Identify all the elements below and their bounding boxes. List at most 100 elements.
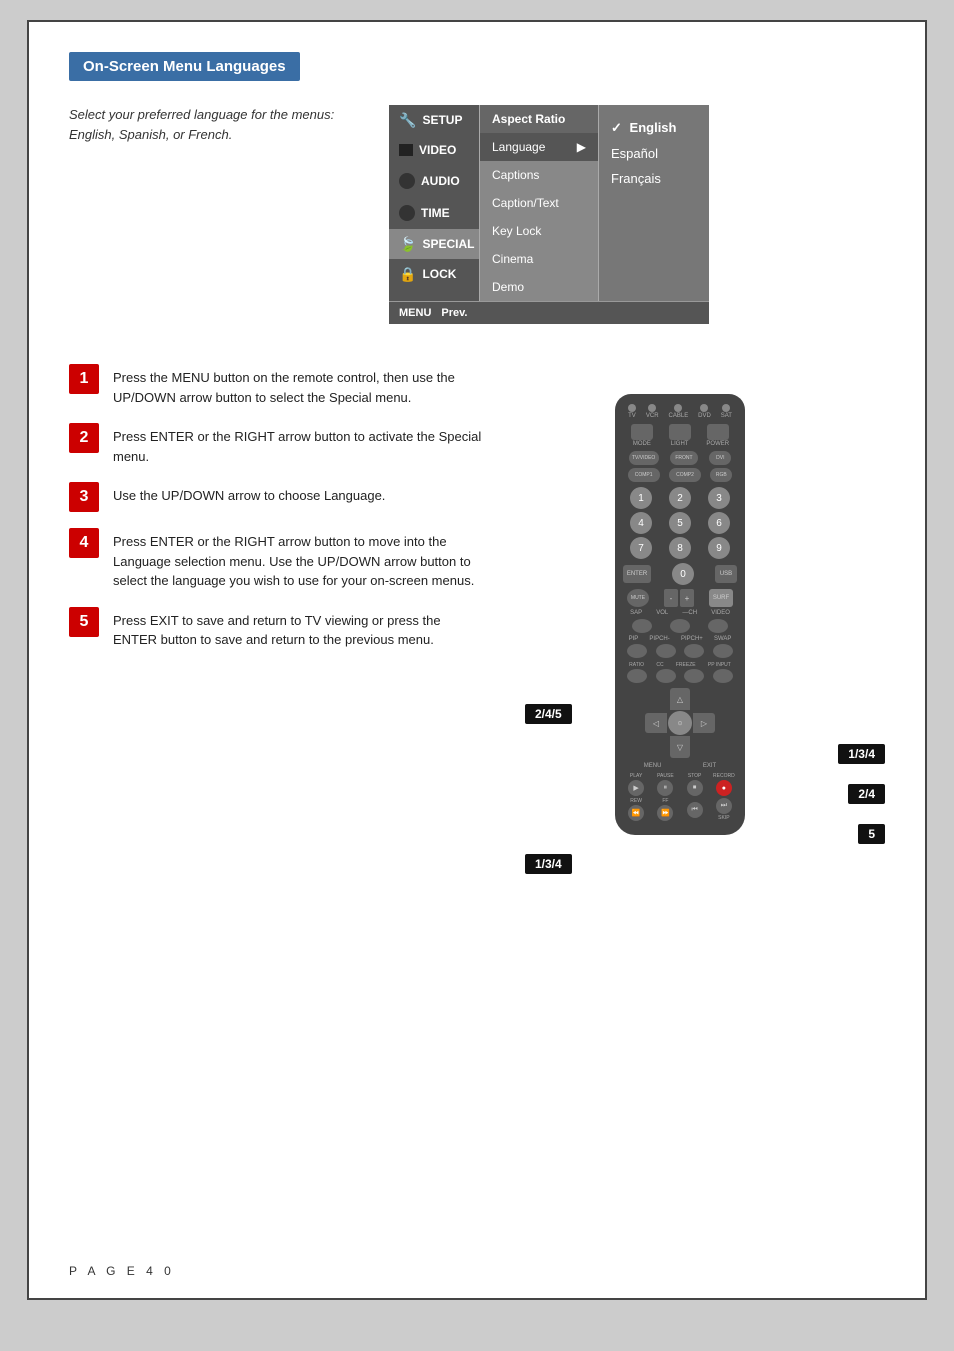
vol-label: VOL <box>656 610 668 616</box>
mid-item-cinema[interactable]: Cinema <box>480 245 598 273</box>
language-arrow-icon: ▶ <box>577 140 586 154</box>
mid-item-captions[interactable]: Captions <box>480 161 598 189</box>
num-4-btn[interactable]: 4 <box>630 512 652 534</box>
step-2-text: Press ENTER or the RIGHT arrow button to… <box>113 423 485 466</box>
front-btn[interactable]: FRONT <box>675 455 692 461</box>
mid-item-captiontext[interactable]: Caption/Text <box>480 189 598 217</box>
step-5-text: Press EXIT to save and return to TV view… <box>113 607 485 650</box>
mid-item-demo[interactable]: Demo <box>480 273 598 301</box>
description-text: Select your preferred language for the m… <box>69 105 349 144</box>
exit-btn-label: EXIT <box>703 763 716 769</box>
lock-icon: 🔒 <box>399 267 416 281</box>
captions-label: Captions <box>492 168 539 182</box>
num-7-btn[interactable]: 7 <box>630 537 652 559</box>
steps-section: 1 Press the MENU button on the remote co… <box>69 364 885 1084</box>
num-1-btn[interactable]: 1 <box>630 487 652 509</box>
sap-label: SAP <box>630 610 642 616</box>
tv-label: TV <box>628 413 636 419</box>
stop-btn[interactable]: ⏹ <box>693 784 697 792</box>
aspect-ratio-label: Aspect Ratio <box>492 112 565 126</box>
menu-mid-column: Aspect Ratio Language ▶ Captions Caption… <box>479 105 599 301</box>
time-icon <box>399 205 415 221</box>
surf-btn[interactable]: SURF <box>713 595 729 601</box>
dpad-down-icon[interactable]: ▽ <box>677 743 683 752</box>
lang-francais[interactable]: Français <box>611 166 697 191</box>
menu-item-audio[interactable]: AUDIO <box>389 165 479 197</box>
step-3-badge: 3 <box>69 482 99 512</box>
num-6-btn[interactable]: 6 <box>708 512 730 534</box>
menu-item-lock[interactable]: 🔒 LOCK <box>389 259 479 289</box>
num-3-btn[interactable]: 3 <box>708 487 730 509</box>
step-3-row: 3 Use the UP/DOWN arrow to choose Langua… <box>69 482 485 512</box>
step-2-badge: 2 <box>69 423 99 453</box>
video-icon <box>399 144 413 156</box>
video-label2: VIDEO <box>711 610 730 616</box>
menu-item-special[interactable]: 🍃 SPECIAL <box>389 229 479 259</box>
light-label: LIGHT <box>671 441 689 447</box>
rgb-btn[interactable]: RGB <box>716 472 727 478</box>
stop-label: STOP <box>688 773 702 779</box>
callout-5-text: 5 <box>868 827 875 841</box>
cinema-label: Cinema <box>492 252 533 266</box>
num-5-btn[interactable]: 5 <box>669 512 691 534</box>
rew-btn[interactable]: ⏪ <box>632 809 641 817</box>
top-section: Select your preferred language for the m… <box>69 105 885 324</box>
dpad-right-icon[interactable]: ▷ <box>701 719 707 728</box>
ppinput-label: PP INPUT <box>708 662 731 668</box>
callout-5: 5 <box>858 824 885 844</box>
pipch-plus-label: PIPCH+ <box>681 636 703 642</box>
dvi-btn[interactable]: DVI <box>716 455 724 461</box>
rew-label: REW <box>630 798 642 804</box>
cc-label: CC <box>656 662 663 668</box>
audio-label: AUDIO <box>421 174 460 188</box>
skip-fwd-btn[interactable]: ⏭ <box>721 802 727 810</box>
ff-btn[interactable]: ⏩ <box>661 809 670 817</box>
dpad-up-icon[interactable]: △ <box>677 695 683 704</box>
vol-plus-icon[interactable]: + <box>685 594 690 603</box>
tvvideo-btn[interactable]: TV/VIDEO <box>632 455 655 461</box>
pause-btn[interactable]: ⏸ <box>664 784 668 792</box>
callout-134b-text: 1/3/4 <box>535 857 562 871</box>
usb-btn[interactable]: USB <box>720 571 732 577</box>
comp1-btn[interactable]: COMP1 <box>635 472 653 478</box>
callout-24: 2/4 <box>848 784 885 804</box>
skip-label: SKIP <box>718 815 729 821</box>
record-label: RECORD <box>713 773 735 779</box>
step-4-badge: 4 <box>69 528 99 558</box>
mute-btn[interactable]: MUTE <box>631 595 645 601</box>
enter-btn[interactable]: ENTER <box>627 571 647 577</box>
menu-item-setup[interactable]: 🔧 SETUP <box>389 105 479 135</box>
steps-list: 1 Press the MENU button on the remote co… <box>69 364 485 1084</box>
menu-item-video[interactable]: VIDEO <box>389 135 479 165</box>
language-label: Language <box>492 140 545 154</box>
setup-label: SETUP <box>422 113 462 127</box>
tv-menu: 🔧 SETUP VIDEO AUDIO TIME <box>389 105 709 324</box>
num-8-btn[interactable]: 8 <box>669 537 691 559</box>
special-label: SPECIAL <box>422 237 474 251</box>
menu-item-time[interactable]: TIME <box>389 197 479 229</box>
play-btn[interactable]: ▶ <box>633 784 638 792</box>
menu-right-column: ✓ English Español Français <box>599 105 709 301</box>
mid-item-keylock[interactable]: Key Lock <box>480 217 598 245</box>
vol-minus-icon[interactable]: - <box>670 594 673 603</box>
callout-24-text: 2/4 <box>858 787 875 801</box>
record-btn[interactable]: ● <box>722 785 726 792</box>
step-4-text: Press ENTER or the RIGHT arrow button to… <box>113 528 485 591</box>
menu-btn-label: MENU <box>644 763 662 769</box>
menu-bottom-menu-label: MENU <box>399 307 431 319</box>
dpad-center-icon[interactable]: ⊙ <box>677 720 682 727</box>
lang-espanol[interactable]: Español <box>611 141 697 166</box>
ch-label: —CH <box>682 610 697 616</box>
comp2-btn[interactable]: COMP2 <box>676 472 694 478</box>
lang-english[interactable]: ✓ English <box>611 115 697 141</box>
setup-icon: 🔧 <box>399 113 416 127</box>
num-2-btn[interactable]: 2 <box>669 487 691 509</box>
remote-area: TV VCR CABLE DVD <box>525 364 885 1084</box>
num-0-btn[interactable]: 0 <box>672 563 694 585</box>
special-icon: 🍃 <box>399 237 416 251</box>
num-9-btn[interactable]: 9 <box>708 537 730 559</box>
mid-item-language[interactable]: Language ▶ <box>480 133 598 161</box>
mid-item-aspect[interactable]: Aspect Ratio <box>480 105 598 133</box>
skip-back-btn[interactable]: ⏮ <box>691 806 697 814</box>
dpad-left-icon[interactable]: ◁ <box>653 719 659 728</box>
